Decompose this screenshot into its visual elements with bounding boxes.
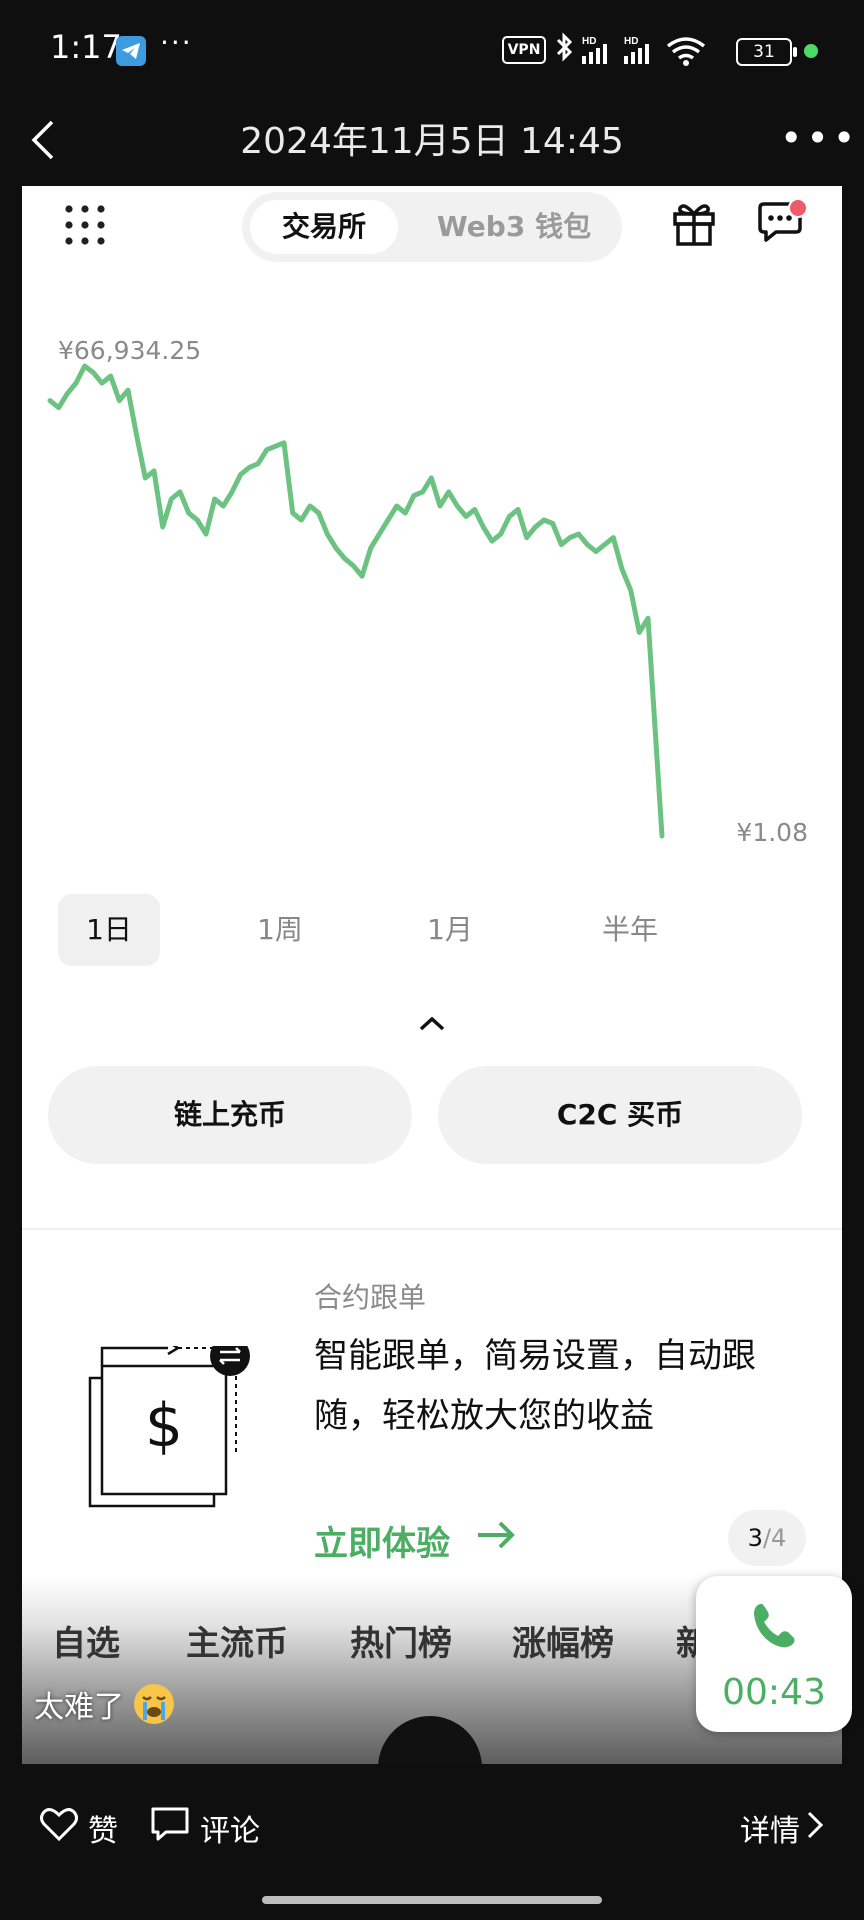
arrow-right-icon[interactable] xyxy=(476,1520,516,1550)
chevron-right-icon[interactable] xyxy=(806,1810,824,1840)
bottom-bar: 赞 评论 详情 xyxy=(0,1764,864,1920)
more-notifications-icon: ··· xyxy=(160,26,193,59)
range-1d[interactable]: 1日 xyxy=(58,894,160,966)
svg-text:HD: HD xyxy=(624,36,638,47)
tab-web3-wallet[interactable]: Web3 钱包 xyxy=(414,200,614,254)
comment-button[interactable]: 评论 xyxy=(200,1806,260,1850)
promo-tag: 合约跟单 xyxy=(314,1281,427,1314)
exchange-wallet-switch: 交易所 Web3 钱包 xyxy=(242,192,622,262)
grid-menu-icon[interactable] xyxy=(64,204,106,246)
signal-wifi-icons: HD HD xyxy=(556,32,706,66)
copy-trade-illustration-icon: $ xyxy=(88,1346,250,1508)
vpn-icon: VPN xyxy=(502,36,546,64)
c2c-buy-button[interactable]: C2C 买币 xyxy=(438,1066,802,1164)
time-range-selector: 1日 1周 1月 半年 xyxy=(58,894,808,966)
page-title: 2024年11月5日 14:45 xyxy=(240,121,624,162)
more-dots-icon[interactable]: ••• xyxy=(780,119,859,157)
tab-mainstream[interactable]: 主流币 xyxy=(186,1616,288,1665)
comment-icon[interactable] xyxy=(150,1806,190,1842)
price-line-svg xyxy=(47,363,665,839)
home-indicator[interactable] xyxy=(262,1896,602,1904)
telegram-icon xyxy=(116,36,146,66)
carousel-pager: 3/4 xyxy=(728,1510,806,1566)
app-screenshot: 交易所 Web3 钱包 ¥66,934.25 ¥1.08 1日 1周 1月 半年… xyxy=(22,186,842,1764)
call-timer: 00:43 xyxy=(722,1672,826,1713)
range-1w[interactable]: 1周 xyxy=(230,894,330,966)
promo-description: 智能跟单，简易设置，自动跟随，轻松放大您的收益 xyxy=(314,1336,756,1436)
pager-total: /4 xyxy=(762,1524,787,1552)
tab-hot[interactable]: 热门榜 xyxy=(350,1616,452,1665)
divider xyxy=(22,1228,842,1230)
range-1m[interactable]: 1月 xyxy=(400,894,500,966)
like-button[interactable]: 赞 xyxy=(88,1806,118,1850)
pager-current: 3 xyxy=(747,1524,763,1552)
chevron-up-icon[interactable] xyxy=(418,1016,446,1032)
price-chart: ¥66,934.25 ¥1.08 xyxy=(22,336,842,886)
tab-exchange[interactable]: 交易所 xyxy=(250,200,398,254)
gift-icon[interactable] xyxy=(672,200,716,246)
call-widget[interactable]: 00:43 xyxy=(696,1576,852,1732)
crying-face-icon xyxy=(134,1684,174,1724)
recording-dot-icon xyxy=(804,44,818,58)
battery-icon: 31 xyxy=(736,38,797,66)
try-now-link[interactable]: 立即体验 xyxy=(314,1516,450,1565)
title-bar: 2024年11月5日 14:45 ••• xyxy=(0,100,864,186)
caption-text: 太难了 xyxy=(34,1690,124,1725)
status-time: 1:17 xyxy=(50,28,122,66)
svg-text:HD: HD xyxy=(582,36,596,47)
phone-icon[interactable] xyxy=(746,1598,802,1654)
price-series-line xyxy=(47,363,665,839)
range-6m[interactable]: 半年 xyxy=(570,894,690,966)
heart-icon[interactable] xyxy=(40,1806,78,1842)
notification-badge xyxy=(788,198,808,218)
tab-gainers[interactable]: 涨幅榜 xyxy=(512,1616,614,1665)
details-button[interactable]: 详情 xyxy=(740,1806,800,1850)
tab-favorites[interactable]: 自选 xyxy=(52,1616,120,1665)
svg-text:$: $ xyxy=(145,1391,183,1461)
onchain-deposit-button[interactable]: 链上充币 xyxy=(48,1066,412,1164)
status-bar: 1:17 ··· VPN HD HD 31 xyxy=(0,0,864,100)
